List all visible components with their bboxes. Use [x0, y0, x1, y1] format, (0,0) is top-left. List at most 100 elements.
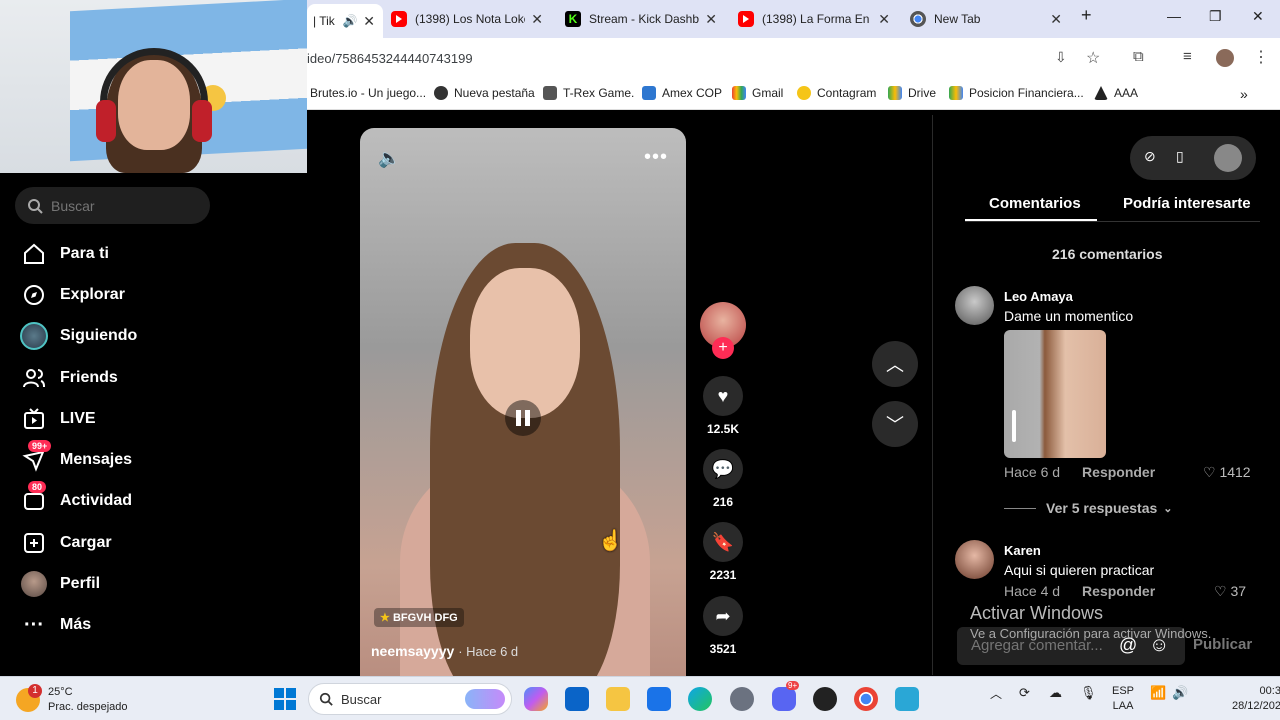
taskbar-search[interactable]: Buscar	[308, 683, 512, 715]
tab-comentarios[interactable]: Comentarios	[989, 195, 1081, 212]
weather-widget[interactable]: 1 25°C Prac. despejado	[16, 684, 128, 715]
bookmark-item[interactable]: Posicion Financiera...	[949, 86, 1084, 100]
system-clock[interactable]: 00:31 28/12/2025	[1232, 684, 1280, 714]
tray-overflow-icon[interactable]: ︿	[990, 685, 1002, 702]
pause-button[interactable]	[505, 400, 541, 436]
comment-image[interactable]	[1004, 330, 1106, 458]
file-explorer-icon[interactable]	[606, 687, 630, 711]
nav-siguiendo[interactable]: Siguiendo	[20, 321, 137, 351]
restore-icon[interactable]: ❐	[1209, 8, 1222, 25]
bookmarks-overflow-icon[interactable]: »	[1240, 86, 1248, 102]
bookmark-item[interactable]: Drive	[888, 86, 936, 100]
tab-podria-interesarte[interactable]: Podría interesarte	[1123, 195, 1251, 212]
bookmark-item[interactable]: Brutes.io - Un juego...	[310, 86, 426, 100]
nav-actividad[interactable]: 80 Actividad	[20, 481, 132, 516]
like-action[interactable]: ♥ 12.5K	[700, 376, 746, 436]
outlook-icon[interactable]	[565, 687, 589, 711]
reply-button[interactable]: Responder	[1082, 583, 1155, 599]
microphone-icon[interactable]: 🎙	[1080, 685, 1097, 701]
search-input[interactable]	[51, 197, 201, 214]
video-author[interactable]: neemsayyyy · Hace 6 d	[371, 643, 518, 659]
share-action[interactable]: ➦ 3521	[700, 596, 746, 656]
commenter-avatar[interactable]	[955, 286, 994, 325]
close-tab-icon[interactable]: ✕	[531, 11, 543, 28]
bookmark-item[interactable]: Nueva pestaña	[434, 86, 535, 100]
chrome-icon[interactable]	[854, 687, 878, 711]
nav-live[interactable]: LIVE	[20, 404, 96, 434]
save-action[interactable]: 🔖 2231	[700, 522, 746, 582]
commenter-name[interactable]: Karen	[1004, 543, 1041, 558]
nav-cargar[interactable]: Cargar	[20, 528, 112, 558]
volume-icon[interactable]: 🔈	[378, 148, 400, 169]
bookmark-star-icon[interactable]: ☆	[1086, 48, 1100, 68]
coin-icon[interactable]: ⊘	[1144, 148, 1156, 165]
sync-icon[interactable]: ⟳	[1019, 685, 1030, 701]
commenter-avatar[interactable]	[955, 540, 994, 579]
profile-avatar[interactable]	[1216, 49, 1234, 67]
tab-youtube-1[interactable]: (1398) Los Nota Loko ✕	[391, 6, 543, 32]
discord-icon[interactable]: 9+	[772, 681, 800, 711]
speaker-icon[interactable]: 🔊	[1172, 685, 1188, 701]
device-icon[interactable]: ▯	[1176, 148, 1184, 165]
tab-youtube-2[interactable]: (1398) La Forma En C ✕	[738, 6, 890, 32]
tab-new-tab[interactable]: New Tab ✕	[910, 6, 1062, 32]
audio-icon[interactable]: 🔊	[343, 14, 358, 28]
commenter-name[interactable]: Leo Amaya	[1004, 289, 1073, 304]
comment-bubble-icon[interactable]: 💬	[703, 449, 743, 489]
more-options-icon[interactable]: •••	[644, 146, 668, 169]
follow-plus-icon[interactable]: +	[712, 337, 734, 359]
bookmark-icon[interactable]: 🔖	[703, 522, 743, 562]
nav-mensajes[interactable]: 99+ Mensajes	[20, 440, 132, 475]
close-tab-icon[interactable]: ✕	[363, 13, 375, 30]
edge-icon[interactable]	[688, 687, 712, 711]
nav-mas[interactable]: ··· Más	[20, 610, 91, 640]
reply-button[interactable]: Responder	[1082, 464, 1155, 480]
wifi-icon[interactable]: 📶	[1150, 685, 1166, 701]
bookmark-item[interactable]: Amex COP	[642, 86, 722, 100]
obs-icon[interactable]	[813, 687, 837, 711]
tab-title: Stream - Kick Dashbo	[589, 12, 699, 26]
bookmark-item[interactable]: AAA	[1094, 86, 1138, 100]
view-replies-button[interactable]: Ver 5 respuestas ⌄	[1004, 500, 1173, 516]
bookmark-label: AAA	[1114, 86, 1139, 100]
nav-perfil[interactable]: Perfil	[20, 569, 100, 599]
close-tab-icon[interactable]: ✕	[1050, 11, 1062, 28]
tab-tiktok[interactable]: | Tik 🔊 ✕	[307, 4, 383, 38]
video-player[interactable]: 🔈 ••• ★ BFGVH DFG neemsayyyy · Hace 6 d	[360, 128, 686, 676]
copilot-icon[interactable]	[524, 687, 548, 711]
settings-gear-icon[interactable]	[730, 687, 754, 711]
close-tab-icon[interactable]: ✕	[705, 11, 717, 28]
bookmark-item[interactable]: Contagram	[797, 86, 876, 100]
nav-explorar[interactable]: Explorar	[20, 280, 125, 310]
app-f-icon[interactable]	[895, 687, 919, 711]
microsoft-store-icon[interactable]	[647, 687, 671, 711]
tab-strip: | Tik 🔊 ✕ (1398) Los Nota Loko ✕ K Strea…	[307, 0, 1280, 38]
bookmark-item[interactable]: T-Rex Game.	[543, 86, 634, 100]
previous-video-button[interactable]: ︿	[872, 341, 918, 387]
next-video-button[interactable]: ﹀	[872, 401, 918, 447]
comment-like[interactable]: ♡ 1412	[1203, 464, 1251, 481]
url-field[interactable]: ideo/7586453244440743199	[307, 51, 473, 66]
nav-para-ti[interactable]: Para ti	[20, 239, 109, 269]
new-tab-icon[interactable]: +	[1081, 5, 1092, 26]
minimize-icon[interactable]: —	[1167, 8, 1181, 24]
language-indicator[interactable]: ESP LAA	[1112, 684, 1134, 714]
close-window-icon[interactable]: ✕	[1252, 8, 1264, 25]
nav-friends[interactable]: Friends	[20, 363, 118, 393]
menu-kebab-icon[interactable]: ⋮	[1253, 47, 1269, 67]
search-box[interactable]	[15, 187, 210, 224]
media-control-icon[interactable]: ≡	[1183, 48, 1192, 65]
install-app-icon[interactable]: ⇩	[1055, 49, 1067, 66]
tab-kick[interactable]: K Stream - Kick Dashbo ✕	[565, 6, 717, 32]
comment-like[interactable]: ♡ 37	[1214, 583, 1246, 600]
extensions-icon[interactable]: ⧉	[1133, 48, 1144, 65]
heart-icon[interactable]: ♥	[703, 376, 743, 416]
close-tab-icon[interactable]: ✕	[878, 11, 890, 28]
share-arrow-icon[interactable]: ➦	[703, 596, 743, 636]
account-avatar[interactable]	[1214, 144, 1242, 172]
bookmark-item[interactable]: Gmail	[732, 86, 783, 100]
video-tag[interactable]: ★ BFGVH DFG	[374, 608, 464, 627]
start-button[interactable]	[274, 688, 296, 710]
cloud-icon[interactable]: ☁	[1049, 685, 1062, 701]
comment-action[interactable]: 💬 216	[700, 449, 746, 509]
